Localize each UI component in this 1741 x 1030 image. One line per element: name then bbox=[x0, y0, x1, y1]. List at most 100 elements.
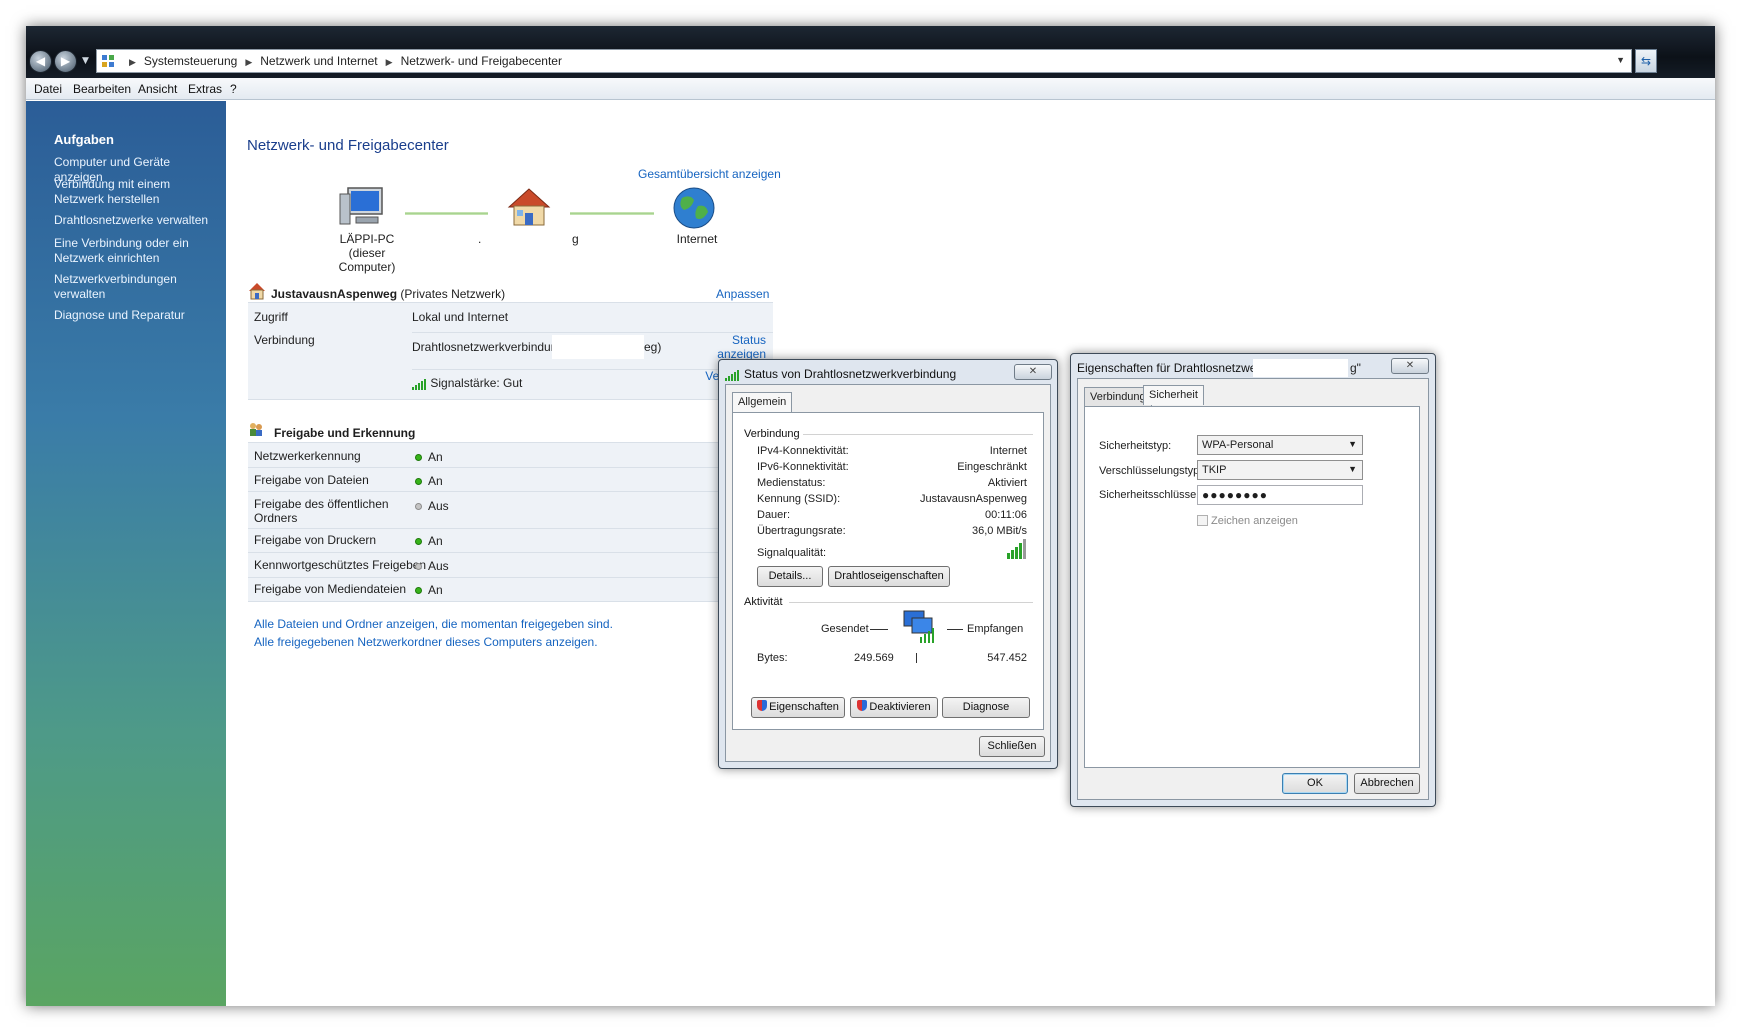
divider bbox=[870, 629, 888, 630]
bytes-received: 547.452 bbox=[987, 652, 1027, 664]
computer-name: LÄPPI-PC bbox=[339, 232, 395, 246]
close-icon[interactable]: ✕ bbox=[1391, 358, 1429, 374]
task-pane: Aufgaben Computer und Geräte anzeigen Ve… bbox=[26, 101, 226, 1006]
breadcrumb-item[interactable]: Netzwerk- und Freigabecenter bbox=[401, 54, 562, 68]
sharing-row-state: Aus bbox=[415, 559, 449, 573]
tab-general[interactable]: Allgemein bbox=[732, 392, 793, 412]
state-text: An bbox=[428, 474, 443, 488]
tab-security[interactable]: Sicherheit bbox=[1143, 385, 1204, 405]
status-dialog: Status von Drahtlosnetzwerkverbindung ✕ … bbox=[718, 359, 1058, 769]
security-key-field[interactable]: ●●●●●●●● bbox=[1197, 485, 1363, 505]
media-status-label: Medienstatus: bbox=[757, 477, 826, 489]
disable-button[interactable]: Deaktivieren bbox=[850, 697, 938, 718]
wireless-properties-button[interactable]: Drahtloseigenschaften bbox=[828, 566, 950, 587]
sidebar-link-connect-network[interactable]: Verbindung mit einem Netzwerk herstellen bbox=[54, 177, 222, 207]
divider bbox=[789, 602, 1033, 603]
dialog-title: Status von Drahtlosnetzwerkverbindung bbox=[744, 367, 957, 381]
chevron-right-icon[interactable]: ▶ bbox=[129, 57, 136, 67]
recent-pages-dropdown-icon[interactable]: ▼ bbox=[82, 56, 89, 66]
dialog-client: Allgemein Verbindung IPv4-Konnektivität:… bbox=[725, 384, 1051, 762]
status-on-icon bbox=[415, 454, 422, 462]
menu-ansicht[interactable]: Ansicht bbox=[138, 82, 177, 96]
cancel-button[interactable]: Abbrechen bbox=[1354, 773, 1420, 794]
status-on-icon bbox=[415, 587, 422, 595]
sidebar-link-manage-connections[interactable]: Netzwerkverbindungen verwalten bbox=[54, 272, 222, 302]
back-button[interactable]: ◀ bbox=[29, 50, 52, 73]
close-button[interactable]: Schließen bbox=[979, 736, 1045, 757]
signal-bars-icon bbox=[725, 369, 740, 381]
ipv4-label: IPv4-Konnektivität: bbox=[757, 445, 849, 457]
dialog-title: Eigenschaften für Drahtlosnetzwerk " bbox=[1077, 361, 1274, 375]
sharing-row-state: An bbox=[415, 534, 443, 548]
properties-button[interactable]: Eigenschaften bbox=[751, 697, 845, 718]
address-bar[interactable]: ▶ Systemsteuerung ▶ Netzwerk und Internet ▶ N… bbox=[96, 49, 1632, 73]
disable-button-label: Deaktivieren bbox=[869, 701, 931, 713]
sidebar-link-diagnose[interactable]: Diagnose und Reparatur bbox=[54, 308, 222, 323]
menu-datei[interactable]: Datei bbox=[34, 82, 62, 96]
network-node-dot: . bbox=[478, 232, 482, 246]
breadcrumb-item[interactable]: Netzwerk und Internet bbox=[260, 54, 377, 68]
divider bbox=[248, 528, 748, 529]
internet-globe-icon bbox=[673, 187, 715, 229]
chevron-right-icon[interactable]: ▶ bbox=[245, 57, 252, 67]
shared-folders-link[interactable]: Alle freigegebenen Netzwerkordner dieses… bbox=[254, 635, 598, 649]
bytes-sent: 249.569 bbox=[854, 652, 894, 664]
breadcrumb: ▶ Systemsteuerung ▶ Netzwerk und Internet ▶ N… bbox=[121, 54, 562, 68]
network-center-window: ◀ ▶ ▼ ▶ Systemsteuerung ▶ Netzwerk und Inte… bbox=[26, 26, 1715, 1006]
status-off-icon bbox=[415, 563, 422, 571]
internet-node-label: Internet bbox=[676, 232, 718, 246]
title-bar: ◀ ▶ ▼ ▶ Systemsteuerung ▶ Netzwerk und Inte… bbox=[26, 26, 1715, 78]
show-characters-label: Zeichen anzeigen bbox=[1211, 515, 1298, 527]
shield-icon bbox=[757, 700, 768, 711]
security-type-select[interactable]: WPA-Personal ▼ bbox=[1197, 435, 1363, 455]
duration-value: 00:11:06 bbox=[984, 509, 1027, 521]
shield-icon bbox=[857, 700, 868, 711]
menu-bearbeiten[interactable]: Bearbeiten bbox=[73, 82, 131, 96]
details-button[interactable]: Details... bbox=[757, 566, 823, 587]
security-tab-page: Sicherheitstyp: WPA-Personal ▼ Verschlüss… bbox=[1084, 406, 1420, 768]
divider bbox=[947, 629, 963, 630]
home-network-icon bbox=[249, 283, 265, 300]
menu-help[interactable]: ? bbox=[230, 82, 237, 96]
breadcrumb-item[interactable]: Systemsteuerung bbox=[144, 54, 237, 68]
diagnose-button[interactable]: Diagnose bbox=[942, 697, 1030, 718]
sharing-row-label: Netzwerkerkennung bbox=[254, 449, 361, 463]
address-dropdown-icon[interactable]: ▼ bbox=[1616, 55, 1625, 65]
forward-button[interactable]: ▶ bbox=[54, 50, 77, 73]
connection-label: Verbindung bbox=[254, 333, 315, 347]
sent-label: Gesendet bbox=[821, 623, 869, 635]
chevron-right-icon[interactable]: ▶ bbox=[386, 57, 393, 67]
sharing-row-state: An bbox=[415, 450, 443, 464]
show-characters-checkbox[interactable] bbox=[1197, 515, 1208, 526]
sharing-row-label: Freigabe von Mediendateien bbox=[254, 582, 407, 596]
encryption-type-select[interactable]: TKIP ▼ bbox=[1197, 460, 1363, 480]
duration-label: Dauer: bbox=[757, 509, 791, 521]
divider bbox=[803, 434, 1033, 435]
tasks-heading: Aufgaben bbox=[54, 132, 114, 147]
general-tab-page: Verbindung IPv4-Konnektivität: Internet … bbox=[732, 412, 1044, 730]
refresh-button[interactable]: ⇆ bbox=[1635, 49, 1657, 73]
status-off-icon bbox=[415, 503, 422, 511]
security-type-value: WPA-Personal bbox=[1202, 439, 1274, 451]
sharing-users-icon bbox=[250, 423, 262, 436]
close-icon[interactable]: ✕ bbox=[1014, 364, 1052, 380]
ok-button[interactable]: OK bbox=[1282, 773, 1348, 794]
sidebar-link-manage-wireless[interactable]: Drahtlosnetzwerke verwalten bbox=[54, 213, 222, 228]
signal-quality-icon bbox=[1007, 539, 1027, 559]
menu-extras[interactable]: Extras bbox=[188, 82, 222, 96]
connection-value: Drahtlosnetzwerkverbindung bbox=[412, 340, 565, 354]
shared-files-link[interactable]: Alle Dateien und Ordner anzeigen, die mo… bbox=[254, 617, 613, 631]
tab-connection[interactable]: Verbindung bbox=[1084, 387, 1152, 407]
full-map-link[interactable]: Gesamtübersicht anzeigen bbox=[638, 167, 781, 181]
sidebar-link-setup-connection[interactable]: Eine Verbindung oder ein Netzwerk einric… bbox=[54, 236, 222, 266]
ipv4-value: Internet bbox=[989, 445, 1027, 457]
customize-link[interactable]: Anpassen bbox=[716, 287, 769, 301]
state-text: An bbox=[428, 583, 443, 597]
security-key-label: Sicherheitsschlüssel bbox=[1099, 489, 1199, 501]
redacted-area bbox=[1253, 359, 1348, 377]
divider bbox=[248, 491, 748, 492]
chevron-down-icon: ▼ bbox=[1348, 439, 1357, 449]
network-name: JustavausnAspenweg bbox=[271, 287, 398, 301]
status-on-icon bbox=[415, 538, 422, 546]
status-link[interactable]: Status anzeigen bbox=[696, 333, 766, 361]
